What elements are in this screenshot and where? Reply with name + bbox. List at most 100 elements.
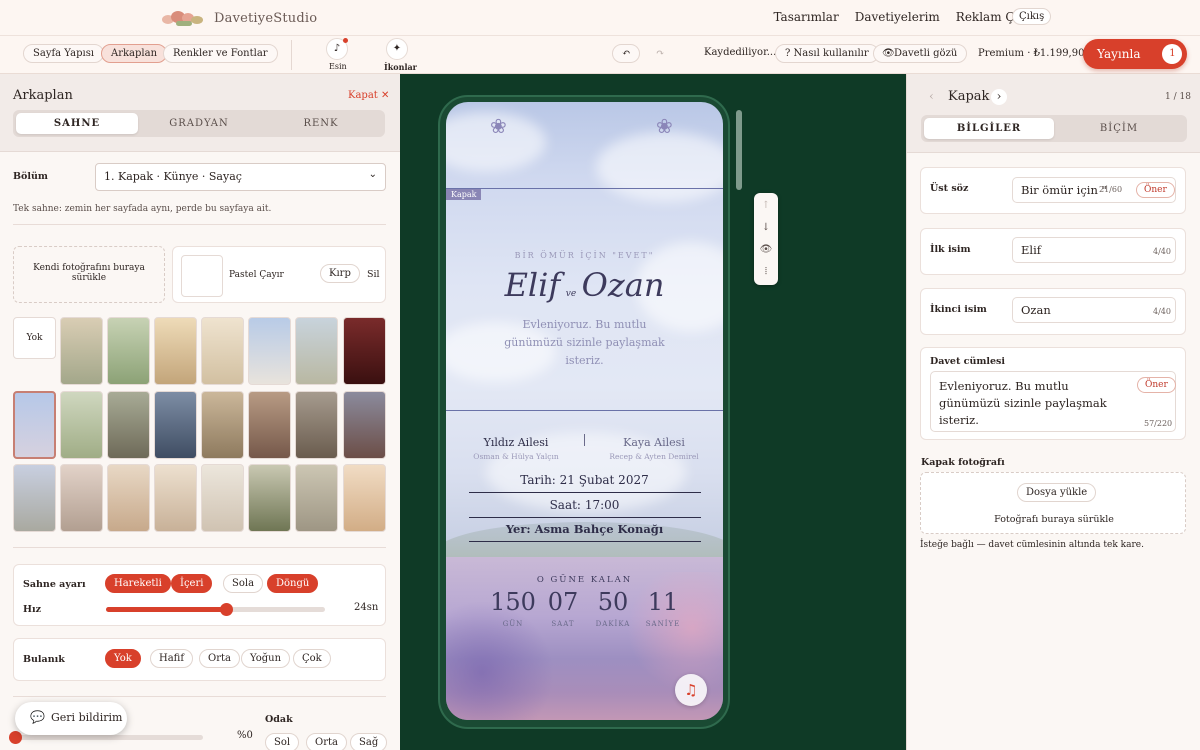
invitation-preview[interactable]: ❀ ❀ Kapak BİR ÖMÜR İÇİN "EVET" Elif ve O… [446, 102, 723, 720]
music-toggle-icon[interactable]: ♫ [675, 674, 707, 706]
row-line [469, 492, 701, 493]
music-note-icon[interactable]: ♪ [326, 38, 348, 60]
blur-opt-yogun[interactable]: Yoğun [241, 649, 291, 668]
date-value: 21 Şubat 2027 [559, 473, 649, 487]
tab-renkler-fontlar[interactable]: Renkler ve Fontlar [163, 44, 278, 63]
scene-opt-dongu[interactable]: Döngü [267, 574, 319, 593]
rose-ornament-icon: ❀ [656, 114, 673, 138]
guest-view-button[interactable]: 👁 Davetli gözü [873, 44, 968, 63]
redo-icon[interactable]: ↷ [646, 44, 674, 63]
guest-view-label: Davetli gözü [894, 48, 958, 59]
tab-sayfa-yapisi[interactable]: Sayfa Yapısı [23, 44, 105, 63]
scene-thumbnail[interactable] [201, 464, 244, 532]
speed-slider-handle[interactable] [220, 603, 234, 616]
place-value: Asma Bahçe Konağı [534, 522, 664, 536]
tab-bicim[interactable]: BİÇİM [1054, 118, 1184, 139]
date-label: Tarih: [520, 473, 556, 487]
scene-thumbnail[interactable] [343, 464, 386, 532]
scene-thumbnail[interactable] [248, 317, 291, 385]
tab-arkaplan[interactable]: Arkaplan [101, 44, 168, 63]
scene-thumbnail[interactable] [60, 391, 103, 459]
field-label: İkinci isim [930, 304, 987, 315]
crop-button[interactable]: Kırp [320, 264, 360, 283]
drag-handle-icon[interactable]: ⦙ [754, 261, 778, 283]
scene-thumbnail[interactable] [343, 317, 386, 385]
scene-thumbnail[interactable] [295, 317, 338, 385]
scene-thumbnail[interactable] [201, 317, 244, 385]
scene-thumbnail[interactable] [13, 391, 56, 459]
scene-preview-thumb [181, 255, 223, 297]
invite-suggest-button[interactable]: Öner [1137, 377, 1176, 393]
scene-thumbnail[interactable] [154, 317, 197, 385]
family-divider [584, 434, 585, 446]
photo-drop-zone[interactable]: Kendi fotoğrafını buraya sürükle [13, 246, 165, 303]
sparkle-icon[interactable]: ✦ [386, 38, 408, 60]
blur-opt-hafif[interactable]: Hafif [150, 649, 194, 668]
countdown-value: 150 [490, 588, 536, 616]
scene-thumbnail[interactable] [60, 464, 103, 532]
tab-sahne[interactable]: SAHNE [16, 113, 138, 134]
scene-thumbnail[interactable] [154, 464, 197, 532]
scene-thumbnail[interactable] [107, 317, 150, 385]
invite-count: 57/220 [1144, 419, 1173, 428]
upload-file-button[interactable]: Dosya yükle [1017, 483, 1097, 502]
section-select[interactable]: 1. Kapak · Künye · Sayaç ⌄ [95, 163, 386, 191]
blur-amount-slider[interactable] [9, 731, 203, 744]
tab-gradyan[interactable]: GRADYAN [138, 113, 260, 134]
blur-opt-orta[interactable]: Orta [199, 649, 240, 668]
nav-tasarimlar[interactable]: Tasarımlar [773, 10, 838, 24]
speed-value: 24sn [354, 602, 379, 613]
logo[interactable]: DavetiyeStudio [156, 7, 317, 29]
speed-slider-fill [106, 607, 227, 612]
move-down-icon[interactable]: ↓ [754, 217, 778, 239]
move-up-icon[interactable]: ↑ [754, 195, 778, 217]
help-button[interactable]: ? Nasıl kullanılır [775, 44, 879, 63]
focus-opt-orta[interactable]: Orta [306, 733, 347, 750]
undo-icon[interactable]: ↶ [612, 44, 641, 63]
feedback-button[interactable]: 💬 Geri bildirim [15, 702, 127, 735]
tab-bilgiler[interactable]: BİLGİLER [924, 118, 1054, 139]
nav-davetiyelerim[interactable]: Davetiyelerim [855, 10, 940, 24]
cover-photo-drop-zone[interactable]: Dosya yükle Fotoğrafı buraya sürükle [920, 472, 1186, 534]
scene-thumbnail[interactable] [60, 317, 103, 385]
preview-scrollbar[interactable] [736, 110, 742, 190]
focus-opt-sag[interactable]: Sağ [350, 733, 388, 750]
scene-thumbnail[interactable] [107, 391, 150, 459]
prev-page-icon[interactable]: ‹ [929, 89, 934, 103]
close-panel-button[interactable]: Kapat ✕ [348, 90, 389, 101]
blur-opt-yok[interactable]: Yok [105, 649, 141, 668]
scene-thumbnail[interactable] [295, 464, 338, 532]
blur-amount-handle[interactable] [9, 731, 22, 744]
delete-button[interactable]: Sil [367, 269, 380, 280]
scene-thumbnail[interactable] [248, 464, 291, 532]
publish-button[interactable]: Yayınla 1 [1083, 39, 1187, 69]
scene-thumbnail[interactable] [343, 391, 386, 459]
family-two: Kaya Ailesi [623, 436, 685, 449]
visibility-icon[interactable]: 👁 [754, 239, 778, 261]
scene-opt-hareketli[interactable]: Hareketli [105, 574, 171, 593]
scene-none-option[interactable]: Yok [13, 317, 56, 359]
scene-thumbnail[interactable] [295, 391, 338, 459]
next-page-icon[interactable]: › [991, 89, 1007, 105]
save-status: Kaydediliyor... [704, 47, 777, 58]
chevron-down-icon: ⌄ [368, 169, 377, 180]
scene-thumbnail[interactable] [154, 391, 197, 459]
scene-thumbnail[interactable] [107, 464, 150, 532]
speed-slider[interactable] [106, 603, 325, 616]
scene-thumbnail[interactable] [248, 391, 291, 459]
blur-opt-cok[interactable]: Çok [293, 649, 331, 668]
ilk-isim-input[interactable]: Elif [1012, 237, 1176, 263]
place-label: Yer: [505, 522, 531, 536]
ust-soz-suggest-button[interactable]: Öner [1136, 182, 1175, 198]
focus-opt-sol[interactable]: Sol [265, 733, 300, 750]
tab-renk[interactable]: RENK [260, 113, 382, 134]
scene-opt-sola[interactable]: Sola [223, 574, 264, 593]
eye-icon: 👁 [882, 48, 895, 59]
scene-opt-iceri[interactable]: İçeri [171, 574, 213, 593]
logout-button[interactable]: Çıkış [1012, 8, 1052, 25]
scene-thumbnail[interactable] [201, 391, 244, 459]
time-row: Saat: 17:00 [446, 498, 723, 512]
ikinci-isim-input[interactable]: Ozan [1012, 297, 1176, 323]
place-row: Yer: Asma Bahçe Konağı [446, 522, 723, 536]
scene-thumbnail[interactable] [13, 464, 56, 532]
